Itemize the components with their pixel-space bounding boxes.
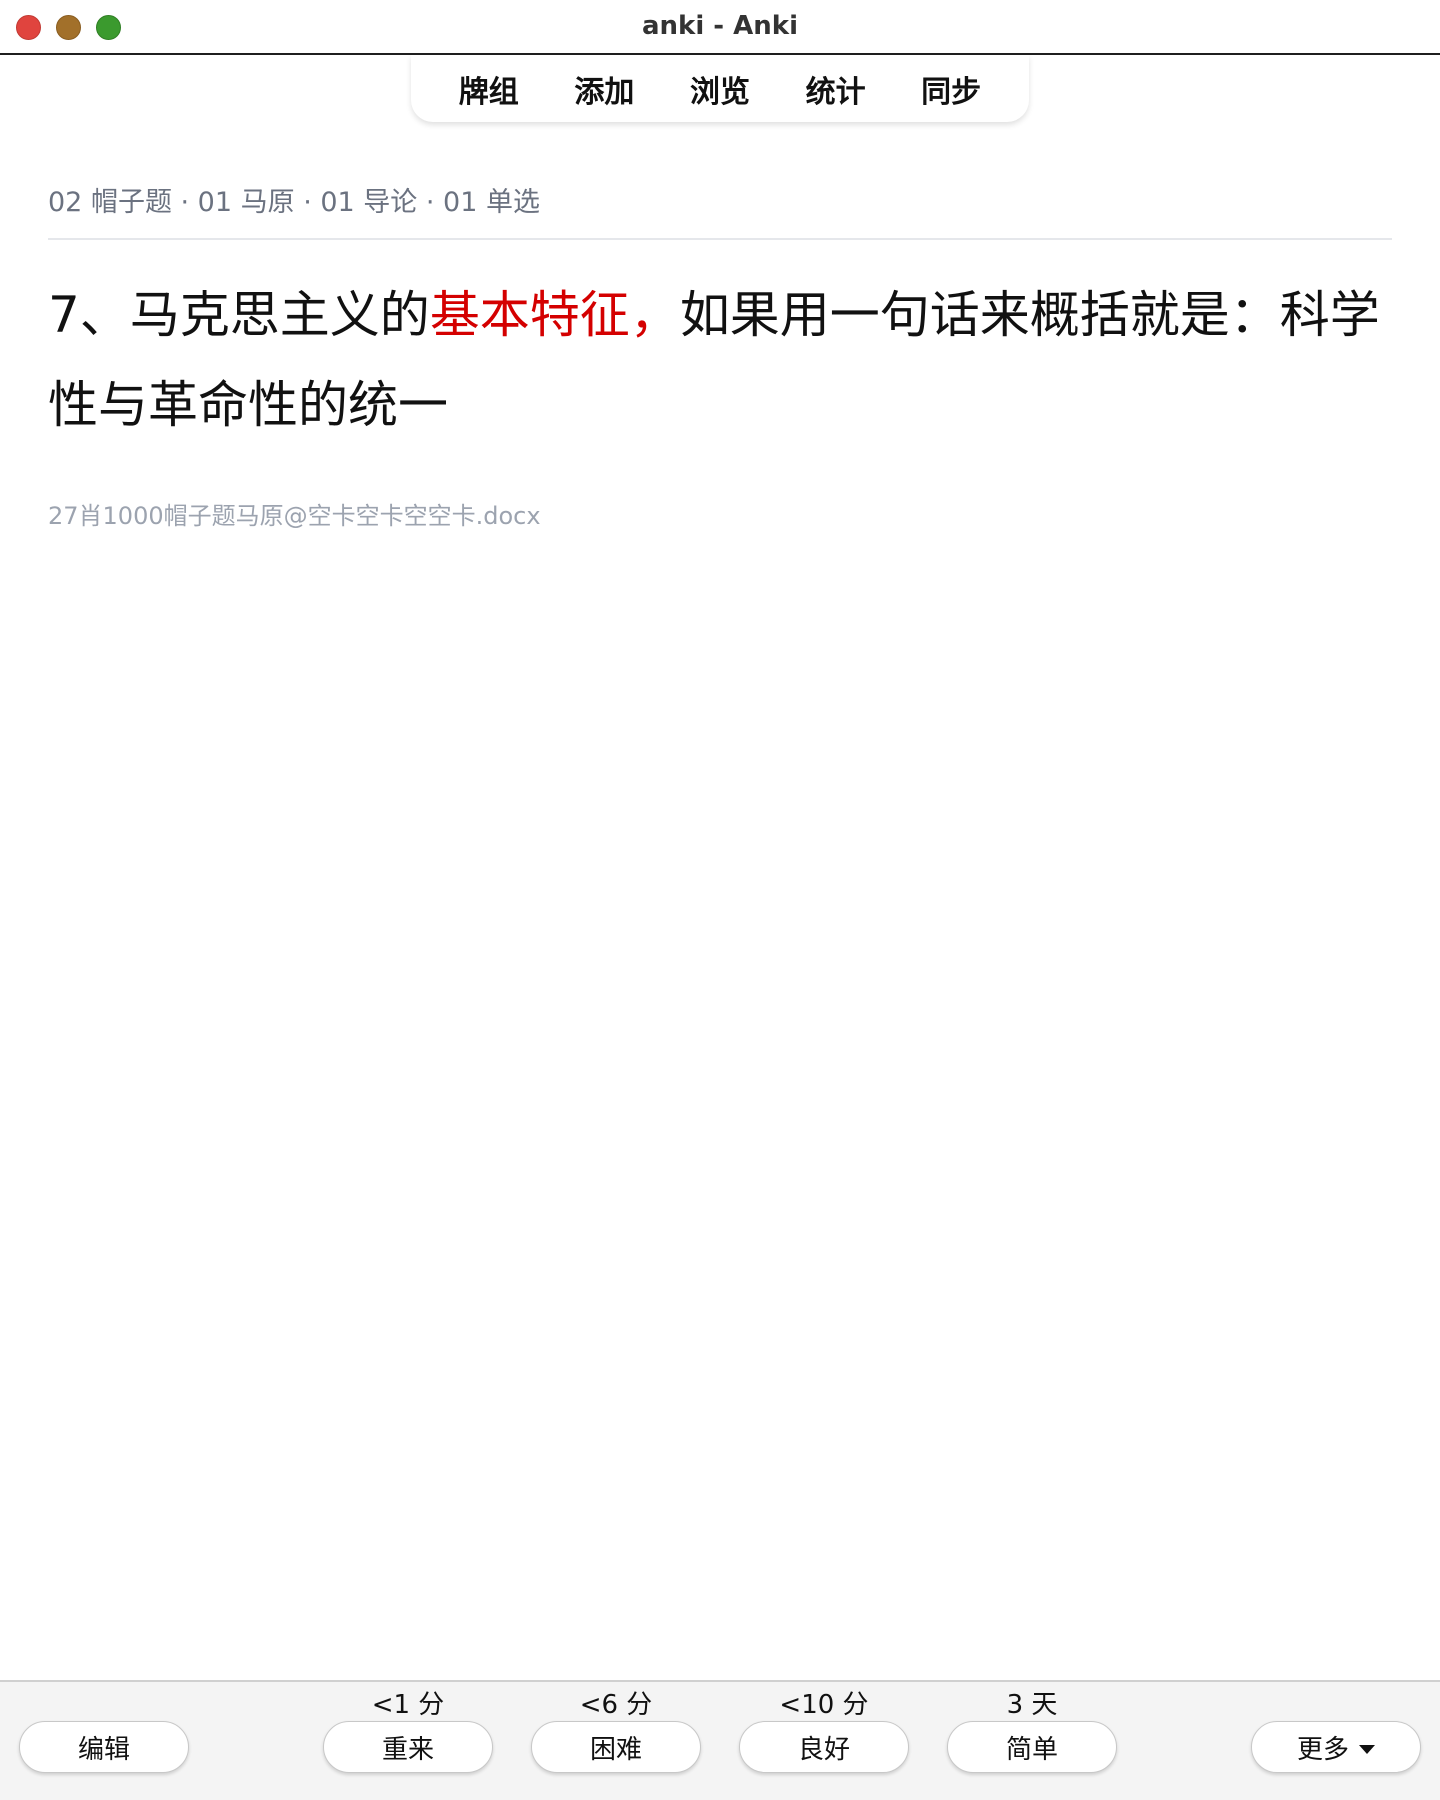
toolbar-stats[interactable]: 统计	[796, 63, 876, 115]
caret-down-icon	[1359, 1744, 1375, 1754]
card-question: 7、马克思主义的基本特征，如果用一句话来概括就是：科学性与革命性的统一	[48, 270, 1398, 450]
divider	[48, 238, 1392, 240]
question-highlight: 基本特征，	[429, 286, 680, 344]
again-button-label: 重来	[381, 1734, 434, 1765]
good-button[interactable]: 良好	[739, 1721, 909, 1773]
edit-button-label: 编辑	[77, 1734, 130, 1765]
more-button[interactable]: 更多	[1251, 1721, 1421, 1773]
title-bar: anki - Anki	[0, 0, 1440, 55]
toolbar-decks[interactable]: 牌组	[449, 63, 529, 115]
answer-bar	[0, 1680, 1440, 1800]
easy-interval: 3 天	[1006, 1690, 1058, 1720]
toolbar-browse[interactable]: 浏览	[680, 63, 760, 115]
toolbar-sync[interactable]: 同步	[911, 63, 991, 115]
hard-button[interactable]: 困难	[531, 1721, 701, 1773]
toolbar-add[interactable]: 添加	[564, 63, 644, 115]
card-source: 27肖1000帽子题马原@空卡空卡空空卡.docx	[48, 502, 541, 530]
good-interval: <10 分	[779, 1690, 869, 1720]
deck-path: 02 帽子题 · 01 马原 · 01 导论 · 01 单选	[48, 187, 540, 218]
easy-button[interactable]: 简单	[947, 1721, 1117, 1773]
easy-button-label: 简单	[1005, 1734, 1058, 1765]
hard-button-label: 困难	[589, 1734, 642, 1765]
edit-button[interactable]: 编辑	[19, 1721, 189, 1773]
more-button-label: 更多	[1296, 1734, 1349, 1765]
main-toolbar: 牌组 添加 浏览 统计 同步	[411, 55, 1029, 122]
window-title: anki - Anki	[642, 11, 798, 41]
good-button-label: 良好	[797, 1734, 850, 1765]
hard-interval: <6 分	[579, 1690, 653, 1720]
anki-window: anki - Anki 牌组 添加 浏览 统计 同步 02 帽子题 · 01 马…	[0, 0, 1440, 1800]
again-interval: <1 分	[371, 1690, 445, 1720]
question-text-start: 7、马克思主义的	[48, 286, 430, 344]
again-button[interactable]: 重来	[323, 1721, 493, 1773]
